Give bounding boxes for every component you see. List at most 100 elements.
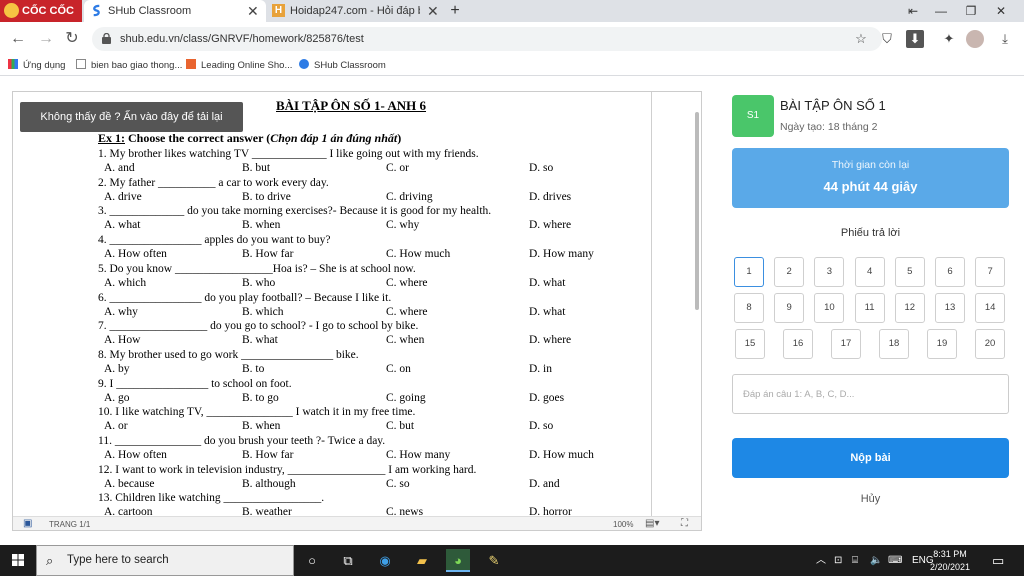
answer-option: A. because (104, 477, 155, 490)
shield-icon[interactable]: ⛉ (878, 30, 896, 48)
document-scrollbar[interactable] (695, 112, 699, 310)
answer-option: B. How far (242, 449, 294, 461)
question-number-button[interactable]: 20 (975, 329, 1005, 359)
cortana-icon[interactable]: ○ (300, 549, 324, 572)
question-number-button[interactable]: 19 (927, 329, 957, 359)
answer-option: A. drive (104, 190, 142, 203)
answer-option: C. where (386, 305, 428, 318)
answer-input[interactable] (732, 374, 1009, 414)
answer-option: C. news (386, 506, 424, 515)
answer-option: A. which (104, 276, 147, 289)
question-number-button[interactable]: 11 (854, 293, 885, 323)
question-number-button[interactable]: 16 (783, 329, 813, 359)
answer-option: A. and (104, 162, 135, 174)
question-text: 3. _____________ do you take morning exe… (98, 205, 492, 218)
fullscreen-icon[interactable]: ⛶ (681, 518, 688, 529)
page-margin-line (651, 92, 652, 516)
answer-option: D. and (529, 477, 560, 490)
question-text: 6. ________________ do you play football… (98, 291, 392, 304)
answer-option: B. to go (242, 391, 279, 404)
answer-option: B. which (242, 305, 284, 318)
tab-search-icon[interactable]: ⇤ (898, 0, 928, 22)
document-status-bar: ▣ TRANG 1/1 100% ▤▾ ⛶ (13, 516, 701, 530)
avatar[interactable] (966, 30, 984, 48)
question-text: 5. Do you know _________________Hoa is? … (98, 262, 416, 275)
notifications-icon[interactable]: ▭ (992, 545, 1004, 576)
word-icon: ▣ (23, 518, 33, 529)
bookmark-star-icon[interactable]: ☆ (852, 30, 870, 48)
start-button[interactable] (0, 545, 36, 576)
question-number-button[interactable]: 1 (734, 257, 764, 287)
paint-icon[interactable]: ✎ (482, 549, 506, 572)
answer-option: A. what (104, 219, 141, 232)
answer-option: B. to drive (242, 190, 291, 203)
question-number-button[interactable]: 5 (894, 257, 925, 287)
question-number-button[interactable]: 13 (935, 293, 965, 323)
answer-option: A. by (104, 362, 130, 375)
question-list: 1. My brother likes watching TV ________… (0, 0, 650, 515)
tray-chevron-icon[interactable]: ︿ (816, 545, 826, 576)
search-icon: ⌕ (46, 553, 54, 568)
answer-option: B. when (242, 420, 281, 433)
timer-box: Thời gian còn lại 44 phút 44 giây (732, 148, 1009, 208)
answer-option: C. driving (386, 190, 433, 203)
answer-option: A. How often (104, 449, 167, 461)
question-text: 2. My father __________ a car to work ev… (98, 176, 329, 189)
windows-taskbar: ⌕ Type here to search ○ ⧉ ◉ ▰ ◕ ✎ ︿ ⊡ ⌸ … (0, 545, 1024, 576)
answer-option: B. what (242, 334, 278, 347)
answer-option: C. why (386, 219, 420, 232)
question-number-button[interactable]: 6 (935, 257, 965, 287)
question-number-button[interactable]: 10 (814, 293, 845, 323)
submit-button[interactable]: Nộp bài (732, 438, 1009, 478)
close-window-icon[interactable]: ✕ (986, 0, 1016, 22)
coccoc-taskbar-icon[interactable]: ◕ (446, 549, 470, 572)
answer-option: D. so (529, 162, 554, 174)
clock-date: 2/20/2021 (929, 562, 971, 572)
question-text: 12. I want to work in television industr… (98, 463, 477, 476)
volume-icon[interactable]: 🔈 (870, 545, 882, 576)
download-icon[interactable]: ⬇ (906, 30, 924, 48)
downloads-arrow-icon[interactable]: ⤓ (996, 30, 1014, 48)
answer-option: B. weather (242, 506, 292, 515)
answer-sheet-title: Phiếu trả lời (840, 227, 901, 239)
tray-wifi-icon[interactable]: ⌸ (852, 545, 858, 576)
question-number-button[interactable]: 7 (975, 257, 1006, 287)
answer-option: B. although (242, 477, 296, 490)
assignment-badge: S1 (732, 95, 774, 137)
task-view-icon[interactable]: ⧉ (336, 549, 360, 572)
timer-label: Thời gian còn lại (831, 159, 910, 171)
file-explorer-icon[interactable]: ▰ (410, 549, 434, 572)
answer-option: B. How far (242, 248, 294, 261)
question-number-button[interactable]: 14 (975, 293, 1006, 323)
timer-value: 44 phút 44 giây (823, 179, 918, 194)
answer-option: B. when (242, 219, 281, 232)
question-number-button[interactable]: 12 (894, 293, 925, 323)
tray-network-icon[interactable]: ⊡ (834, 545, 842, 576)
answer-option: C. where (386, 276, 428, 289)
extensions-icon[interactable]: ✦ (940, 30, 958, 48)
answer-option: A. go (104, 391, 130, 404)
assignment-created-date: Ngày tạo: 18 tháng 2 (780, 121, 878, 133)
question-number-button[interactable]: 8 (734, 293, 764, 323)
view-mode-icon[interactable]: ▤▾ (645, 518, 659, 529)
question-number-button[interactable]: 9 (774, 293, 805, 323)
question-number-button[interactable]: 3 (814, 257, 845, 287)
answer-option: D. what (529, 305, 566, 318)
page-count: TRANG 1/1 (49, 520, 91, 529)
cancel-button[interactable]: Hủy (732, 493, 1009, 505)
question-number-button[interactable]: 2 (774, 257, 805, 287)
taskbar-search[interactable]: ⌕ Type here to search (36, 545, 294, 576)
keyboard-icon[interactable]: ⌨ (888, 545, 902, 576)
answer-option: A. why (104, 305, 138, 318)
taskbar-clock[interactable]: 8:31 PM 2/20/2021 (920, 548, 980, 574)
answer-option: D. in (529, 362, 552, 375)
minimize-icon[interactable]: — (926, 0, 956, 22)
question-number-button[interactable]: 18 (879, 329, 909, 359)
answer-option: D. where (529, 334, 572, 347)
restore-icon[interactable]: ❐ (956, 0, 986, 22)
answer-option: B. to (242, 362, 265, 375)
edge-icon[interactable]: ◉ (373, 549, 397, 572)
question-number-button[interactable]: 15 (735, 329, 765, 359)
question-number-button[interactable]: 17 (831, 329, 861, 359)
question-number-button[interactable]: 4 (854, 257, 885, 287)
